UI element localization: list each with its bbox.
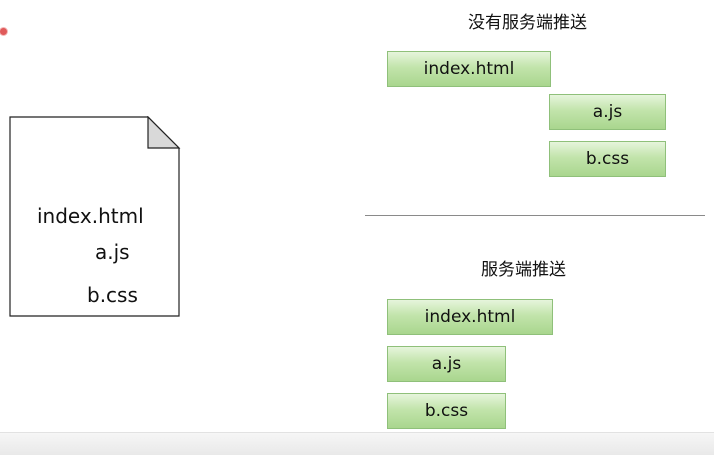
- push-box-index-html: index.html: [387, 299, 553, 335]
- red-marker-dot: [0, 28, 7, 35]
- document-line-a-js: a.js: [95, 240, 130, 264]
- no-push-box-a-js: a.js: [549, 94, 666, 130]
- push-box-a-js: a.js: [387, 346, 506, 382]
- document-line-index-html: index.html: [37, 204, 144, 228]
- no-push-box-b-css: b.css: [549, 141, 666, 177]
- push-title: 服务端推送: [481, 260, 566, 280]
- bottom-bar: [0, 432, 714, 455]
- no-push-title: 没有服务端推送: [468, 13, 587, 33]
- html-document-shape: index.html a.js b.css: [9, 116, 181, 317]
- no-push-box-index-html: index.html: [387, 51, 551, 87]
- push-box-b-css: b.css: [387, 393, 506, 429]
- section-divider: [365, 215, 705, 216]
- document-line-b-css: b.css: [87, 283, 138, 307]
